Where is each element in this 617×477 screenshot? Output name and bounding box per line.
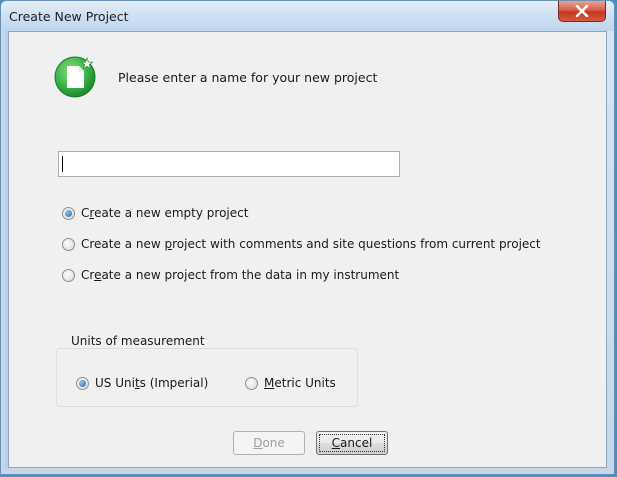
option-project-from-instrument[interactable]: Create a new project from the data in my…: [62, 268, 399, 282]
window-frame-left: [1, 31, 8, 468]
radio-empty-project[interactable]: [62, 206, 75, 220]
option-project-from-instrument-label: Create a new project from the data in my…: [81, 268, 400, 282]
instruction-text: Please enter a name for your new project: [118, 70, 378, 85]
close-button[interactable]: [558, 1, 606, 22]
option-us-units-label: US Units (Imperial): [95, 376, 209, 390]
close-icon: [575, 5, 589, 17]
radio-metric-units[interactable]: [245, 376, 258, 390]
new-project-icon: [53, 53, 99, 99]
text-caret: [62, 156, 63, 172]
cancel-button[interactable]: Cancel: [316, 431, 388, 455]
option-metric-units[interactable]: Metric Units: [245, 376, 336, 390]
project-name-input[interactable]: [58, 151, 400, 177]
option-empty-project[interactable]: Create a new empty project: [62, 206, 248, 220]
option-us-units[interactable]: US Units (Imperial): [76, 376, 208, 390]
units-legend: Units of measurement: [67, 334, 209, 348]
option-project-from-current[interactable]: Create a new project with comments and s…: [62, 237, 541, 251]
option-metric-units-label: Metric Units: [264, 376, 336, 390]
window-title: Create New Project: [9, 9, 129, 24]
dialog-window: Create New Project Please enter a name f…: [0, 0, 615, 475]
option-empty-project-label: Create a new empty project: [81, 206, 249, 220]
done-button[interactable]: Done: [233, 431, 305, 455]
radio-project-from-current[interactable]: [62, 237, 75, 251]
radio-us-units[interactable]: [76, 376, 89, 390]
dialog-content: Please enter a name for your new project…: [8, 31, 607, 468]
radio-project-from-instrument[interactable]: [62, 268, 75, 282]
option-project-from-current-label: Create a new project with comments and s…: [81, 237, 541, 251]
title-bar[interactable]: Create New Project: [1, 1, 614, 31]
